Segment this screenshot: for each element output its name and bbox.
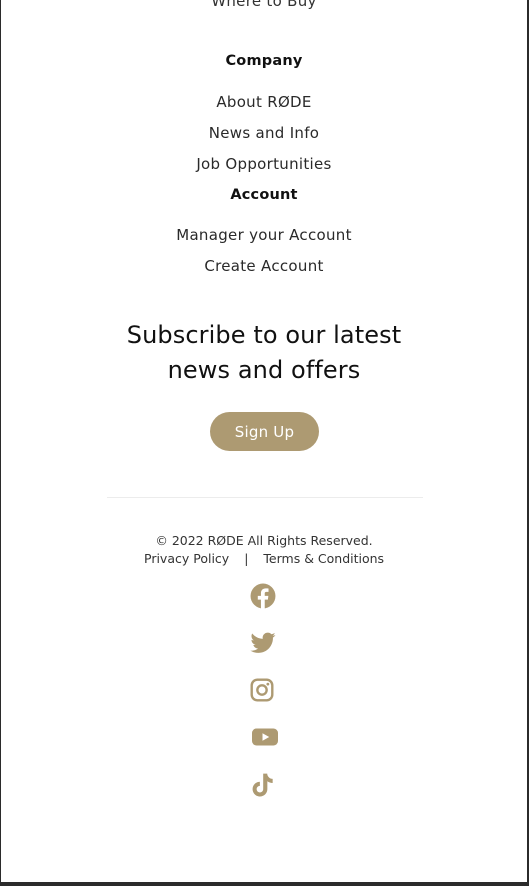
subscribe-heading: Subscribe to our latest news and offers bbox=[1, 318, 527, 388]
youtube-icon[interactable] bbox=[251, 724, 279, 750]
legal-separator: | bbox=[244, 551, 249, 566]
about-rode-link[interactable]: About RØDE bbox=[1, 93, 527, 111]
subscribe-line-2: news and offers bbox=[167, 356, 361, 384]
news-and-info-link[interactable]: News and Info bbox=[1, 124, 527, 142]
legal-links: Privacy Policy | Terms & Conditions bbox=[144, 551, 384, 566]
privacy-policy-link[interactable]: Privacy Policy bbox=[144, 551, 229, 566]
subscribe-line-1: Subscribe to our latest bbox=[126, 321, 402, 349]
footer-page: Where to Buy Company About RØDE News and… bbox=[1, 0, 527, 882]
tiktok-icon[interactable] bbox=[249, 772, 275, 798]
footer-divider bbox=[107, 497, 423, 498]
sign-up-button[interactable]: Sign Up bbox=[210, 412, 319, 451]
twitter-icon[interactable] bbox=[250, 630, 276, 656]
facebook-icon[interactable] bbox=[250, 583, 276, 609]
account-heading: Account bbox=[230, 187, 298, 203]
terms-conditions-link[interactable]: Terms & Conditions bbox=[263, 551, 384, 566]
company-heading: Company bbox=[225, 53, 303, 69]
copyright-text: © 2022 RØDE All Rights Reserved. bbox=[155, 533, 373, 548]
manage-account-link[interactable]: Manager your Account bbox=[1, 226, 527, 244]
instagram-icon[interactable] bbox=[249, 677, 275, 703]
job-opportunities-link[interactable]: Job Opportunities bbox=[1, 155, 527, 173]
where-to-buy-link[interactable]: Where to Buy bbox=[1, 0, 527, 10]
create-account-link[interactable]: Create Account bbox=[1, 257, 527, 275]
